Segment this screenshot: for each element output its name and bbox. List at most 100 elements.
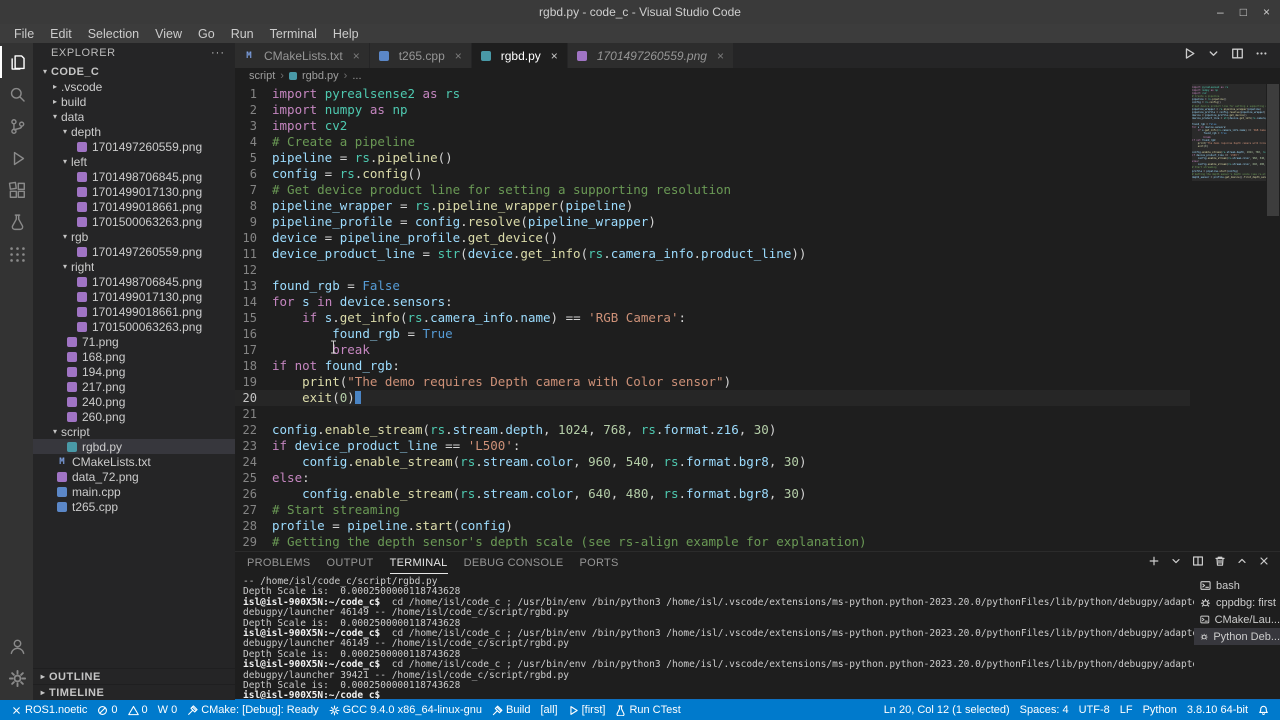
menu-run[interactable]: Run [223, 27, 262, 41]
terminal-output[interactable]: -- /home/isl/code_c/script/rgbd.py Depth … [235, 574, 1194, 699]
close-icon[interactable]: × [353, 49, 360, 63]
code-line-30[interactable]: 30depth_sensor = profile.get_device().fi… [235, 550, 1190, 551]
tree-item-left[interactable]: ▾ left [33, 154, 235, 169]
code-line-15[interactable]: 15 if s.get_info(rs.camera_info.name) ==… [235, 310, 1190, 326]
split-button[interactable] [1192, 554, 1204, 572]
code-line-7[interactable]: 7 # Get device product line for setting a… [235, 182, 1190, 198]
menu-help[interactable]: Help [325, 27, 367, 41]
activity-testing[interactable] [0, 206, 33, 238]
tree-item-depth[interactable]: ▾ depth [33, 124, 235, 139]
code-line-13[interactable]: 13 found_rgb = False [235, 278, 1190, 294]
code-line-28[interactable]: 28 profile = pipeline.start(config) [235, 518, 1190, 534]
tree-item-main.cpp[interactable]: main.cpp [33, 484, 235, 499]
menu-edit[interactable]: Edit [42, 27, 80, 41]
breadcrumb-item[interactable]: ... [352, 70, 361, 82]
status-spaces-4[interactable]: Spaces: 4 [1015, 700, 1074, 720]
status-cmake-debug-ready[interactable]: CMake: [Debug]: Ready [182, 700, 323, 720]
status-bell[interactable] [1253, 700, 1274, 720]
tree-item-code_c[interactable]: ▾ CODE_C [33, 64, 235, 79]
tree-item-71.png[interactable]: 71.png [33, 334, 235, 349]
terminal-instance-bash[interactable]: bash [1194, 577, 1280, 594]
tree-item-.vscode[interactable]: ▸ .vscode [33, 79, 235, 94]
tree-item-data_72.png[interactable]: data_72.png [33, 469, 235, 484]
status-python[interactable]: Python [1138, 700, 1182, 720]
run-button[interactable] [1183, 47, 1196, 65]
tree-item-rgb[interactable]: ▾ rgb [33, 229, 235, 244]
code-line-20[interactable]: 20 exit(0) [235, 390, 1190, 406]
menu-file[interactable]: File [6, 27, 42, 41]
close-button[interactable] [1258, 554, 1270, 572]
status-ros1-noetic[interactable]: ROS1.noetic [6, 700, 92, 720]
maximize-button[interactable]: □ [1240, 5, 1247, 19]
activity-settings[interactable] [0, 662, 33, 694]
activity-extensions[interactable] [0, 174, 33, 206]
plus-button[interactable] [1148, 554, 1160, 572]
code-line-19[interactable]: 19 print("The demo requires Depth camera… [235, 374, 1190, 390]
code-line-2[interactable]: 2 import numpy as np [235, 102, 1190, 118]
tree-item-168.png[interactable]: 168.png [33, 349, 235, 364]
chevron-up-button[interactable] [1236, 554, 1248, 572]
trash-button[interactable] [1214, 554, 1226, 572]
tree-item-1701499017130.png[interactable]: 1701499017130.png [33, 289, 235, 304]
tab-t265.cpp[interactable]: t265.cpp × [369, 43, 472, 68]
outline-section[interactable]: ▸ OUTLINE [33, 668, 235, 684]
activity-ros[interactable] [0, 238, 33, 270]
tree-item-1701497260559.png[interactable]: 1701497260559.png [33, 139, 235, 154]
code-line-1[interactable]: 1 import pyrealsense2 as rs [235, 86, 1190, 102]
status-utf-8[interactable]: UTF-8 [1074, 700, 1115, 720]
code-line-14[interactable]: 14 for s in device.sensors: [235, 294, 1190, 310]
terminal-instance-python-deb-[interactable]: Python Deb... [1194, 628, 1280, 645]
more-button[interactable] [1255, 47, 1268, 65]
activity-source-control[interactable] [0, 110, 33, 142]
code-line-9[interactable]: 9 pipeline_profile = config.resolve(pipel… [235, 214, 1190, 230]
tree-item-260.png[interactable]: 260.png [33, 409, 235, 424]
status-build[interactable]: Build [487, 700, 535, 720]
code-line-10[interactable]: 10 device = pipeline_profile.get_device() [235, 230, 1190, 246]
tree-item-217.png[interactable]: 217.png [33, 379, 235, 394]
code-line-8[interactable]: 8 pipeline_wrapper = rs.pipeline_wrapper(… [235, 198, 1190, 214]
code-line-29[interactable]: 29 # Getting the depth sensor's depth sca… [235, 534, 1190, 550]
tree-item-right[interactable]: ▾ right [33, 259, 235, 274]
activity-account[interactable] [0, 630, 33, 662]
minimize-button[interactable]: – [1217, 5, 1224, 19]
code-line-4[interactable]: 4 # Create a pipeline [235, 134, 1190, 150]
code-line-5[interactable]: 5 pipeline = rs.pipeline() [235, 150, 1190, 166]
code-line-27[interactable]: 27 # Start streaming [235, 502, 1190, 518]
tree-item-build[interactable]: ▸ build [33, 94, 235, 109]
panel-tab-terminal[interactable]: TERMINAL [389, 552, 448, 574]
tree-item-1701499018661.png[interactable]: 1701499018661.png [33, 199, 235, 214]
breadcrumb-item[interactable]: script [249, 70, 275, 82]
status-0[interactable]: 0 [92, 700, 122, 720]
split-button[interactable] [1231, 47, 1244, 65]
menu-view[interactable]: View [147, 27, 190, 41]
code-line-12[interactable]: 12 [235, 262, 1190, 278]
status-all[interactable]: [all] [535, 700, 562, 720]
panel-tab-output[interactable]: OUTPUT [327, 552, 374, 574]
panel-tab-ports[interactable]: PORTS [579, 552, 618, 574]
chevron-down-button[interactable] [1170, 554, 1182, 572]
activity-search[interactable] [0, 78, 33, 110]
status-first[interactable]: [first] [563, 700, 611, 720]
menu-selection[interactable]: Selection [80, 27, 147, 41]
status-0[interactable]: 0 [123, 700, 153, 720]
menu-terminal[interactable]: Terminal [262, 27, 325, 41]
close-icon[interactable]: × [455, 49, 462, 63]
tree-item-1701500063263.png[interactable]: 1701500063263.png [33, 214, 235, 229]
terminal-instance-cppdbg-first[interactable]: cppdbg: first [1194, 594, 1280, 611]
menu-go[interactable]: Go [190, 27, 223, 41]
code-line-3[interactable]: 3 import cv2 [235, 118, 1190, 134]
breadcrumb-item[interactable]: rgbd.py [302, 70, 339, 82]
tree-item-240.png[interactable]: 240.png [33, 394, 235, 409]
tree-item-data[interactable]: ▾ data [33, 109, 235, 124]
code-line-17[interactable]: 17 break [235, 342, 1190, 358]
tree-item-1701500063263.png[interactable]: 1701500063263.png [33, 319, 235, 334]
tree-item-1701497260559.png[interactable]: 1701497260559.png [33, 244, 235, 259]
activity-explorer[interactable] [0, 46, 33, 78]
code-line-23[interactable]: 23 if device_product_line == 'L500': [235, 438, 1190, 454]
tree-item-1701498706845.png[interactable]: 1701498706845.png [33, 169, 235, 184]
tab-rgbd.py[interactable]: rgbd.py × [471, 43, 568, 68]
code-line-24[interactable]: 24 config.enable_stream(rs.stream.color,… [235, 454, 1190, 470]
code-line-6[interactable]: 6 config = rs.config() [235, 166, 1190, 182]
status-w-0[interactable]: W 0 [153, 700, 183, 720]
code-line-22[interactable]: 22 config.enable_stream(rs.stream.depth, … [235, 422, 1190, 438]
